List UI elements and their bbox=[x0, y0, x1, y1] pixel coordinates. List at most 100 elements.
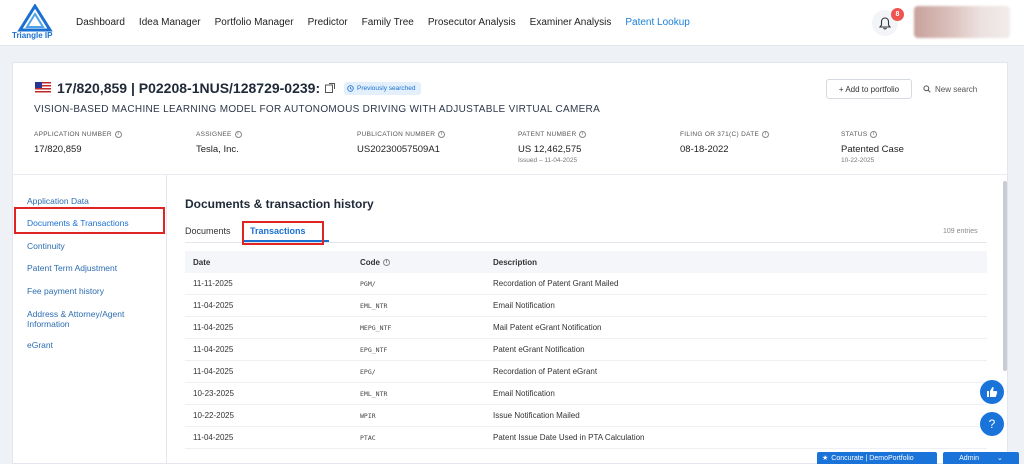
info-icon[interactable]: i bbox=[383, 258, 390, 266]
meta-value: Tesla, Inc. bbox=[196, 144, 239, 155]
top-navbar: Triangle IP Dashboard Idea Manager Portf… bbox=[0, 0, 1024, 46]
column-header-description[interactable]: Description bbox=[493, 258, 987, 267]
meta-publication-number: PUBLICATION NUMBER i US20230057509A1 bbox=[357, 131, 446, 155]
meta-value: 17/820,859 bbox=[34, 144, 82, 155]
meta-label: APPLICATION NUMBER bbox=[34, 131, 112, 138]
chevron-down-icon: ⌄ bbox=[996, 455, 1003, 462]
transactions-table: Date Code i Description 11-11-2025 PGM/ R… bbox=[185, 251, 987, 449]
table-row: 10-22-2025 WPIR Issue Notification Maile… bbox=[185, 405, 987, 427]
help-button[interactable]: ? bbox=[980, 412, 1004, 436]
row-date: 11-04-2025 bbox=[193, 323, 234, 332]
notification-count-badge: 8 bbox=[891, 8, 904, 21]
admin-label: Admin bbox=[959, 454, 979, 462]
meta-label: STATUS bbox=[841, 131, 868, 138]
row-code: MEPG_NTF bbox=[360, 323, 392, 332]
row-date: 11-04-2025 bbox=[193, 367, 234, 376]
info-icon[interactable]: i bbox=[870, 131, 878, 138]
entries-count: 109 entries bbox=[943, 228, 978, 235]
feedback-button[interactable] bbox=[980, 380, 1004, 404]
meta-status: STATUS i Patented Case 10-22-2025 bbox=[841, 131, 904, 164]
question-icon: ? bbox=[988, 417, 996, 431]
meta-assignee: ASSIGNEE i Tesla, Inc. bbox=[196, 131, 242, 155]
row-description: Recordation of Patent eGrant bbox=[493, 367, 598, 376]
row-date: 10-23-2025 bbox=[193, 389, 234, 398]
section-title: Documents & transaction history bbox=[185, 197, 374, 211]
meta-value: US20230057509A1 bbox=[357, 144, 440, 155]
meta-application-number: APPLICATION NUMBER i 17/820,859 bbox=[34, 131, 122, 155]
row-code: EML_NTR bbox=[360, 301, 388, 310]
meta-value: US 12,462,575 bbox=[518, 144, 582, 155]
table-row: 11-04-2025 EPG_NTF Patent eGrant Notific… bbox=[185, 339, 987, 361]
nav-patent-lookup[interactable]: Patent Lookup bbox=[625, 17, 690, 28]
share-icon[interactable] bbox=[324, 82, 336, 94]
sidebar-item-continuity[interactable]: Continuity bbox=[27, 241, 65, 251]
meta-value: Patented Case bbox=[841, 144, 904, 155]
meta-value: 08-18-2022 bbox=[680, 144, 729, 155]
column-header-code[interactable]: Code i bbox=[360, 258, 493, 267]
info-icon[interactable]: i bbox=[114, 131, 122, 138]
table-row: 11-04-2025 MEPG_NTF Mail Patent eGrant N… bbox=[185, 317, 987, 339]
portfolio-switcher-label: Concurate | DemoPortfolio bbox=[831, 454, 914, 462]
row-code: EPG_NTF bbox=[360, 345, 388, 354]
info-icon[interactable]: i bbox=[579, 131, 587, 138]
previously-searched-badge: Previously searched bbox=[344, 82, 421, 95]
row-description: Recordation of Patent Grant Mailed bbox=[493, 279, 619, 288]
meta-filing-date: FILING OR 371(C) DATE i 08-18-2022 bbox=[680, 131, 770, 155]
info-icon[interactable]: i bbox=[438, 131, 446, 138]
history-icon bbox=[347, 85, 354, 92]
table-row: 11-04-2025 EML_NTR Email Notification bbox=[185, 295, 987, 317]
table-row: 10-23-2025 EML_NTR Email Notification bbox=[185, 383, 987, 405]
previously-searched-label: Previously searched bbox=[357, 85, 416, 92]
row-description: Patent Issue Date Used in PTA Calculatio… bbox=[493, 433, 645, 442]
row-code: PTAC bbox=[360, 433, 376, 442]
row-date: 11-04-2025 bbox=[193, 433, 234, 442]
vertical-scrollbar[interactable] bbox=[1003, 181, 1007, 371]
nav-prosecutor-analysis[interactable]: Prosecutor Analysis bbox=[428, 17, 516, 28]
row-date: 11-11-2025 bbox=[193, 279, 233, 288]
meta-label: FILING OR 371(C) DATE bbox=[680, 131, 760, 138]
row-date: 11-04-2025 bbox=[193, 345, 234, 354]
row-code: PGM/ bbox=[360, 279, 376, 288]
admin-menu[interactable]: Admin ⌄ bbox=[943, 452, 1019, 464]
tab-documents[interactable]: Documents bbox=[185, 226, 231, 236]
row-date: 11-04-2025 bbox=[193, 301, 234, 310]
sidebar-item-fee-payment-history[interactable]: Fee payment history bbox=[27, 286, 104, 296]
column-header-code-label: Code bbox=[360, 257, 380, 267]
us-flag-icon bbox=[35, 82, 51, 93]
nav-portfolio-manager[interactable]: Portfolio Manager bbox=[215, 17, 294, 28]
sidebar-item-address-attorney[interactable]: Address & Attorney/Agent bbox=[27, 309, 124, 319]
row-description: Issue Notification Mailed bbox=[493, 411, 580, 420]
nav-dashboard[interactable]: Dashboard bbox=[76, 17, 125, 28]
portfolio-switcher[interactable]: ★ Concurate | DemoPortfolio bbox=[817, 452, 937, 464]
new-search-label: New search bbox=[935, 84, 978, 94]
user-profile-menu[interactable] bbox=[914, 6, 1010, 38]
section-sidebar: Application Data Documents & Transaction… bbox=[13, 175, 167, 464]
row-description: Email Notification bbox=[493, 389, 555, 398]
nav-predictor[interactable]: Predictor bbox=[308, 17, 348, 28]
meta-label: PATENT NUMBER bbox=[518, 131, 577, 138]
nav-family-tree[interactable]: Family Tree bbox=[362, 17, 414, 28]
column-header-date[interactable]: Date bbox=[185, 258, 360, 267]
patent-title: 17/820,859 | P02208-1NUS/128729-0239: bbox=[57, 80, 321, 96]
row-description: Email Notification bbox=[493, 301, 555, 310]
add-to-portfolio-button[interactable]: + Add to portfolio bbox=[826, 79, 912, 99]
info-icon[interactable]: i bbox=[762, 131, 770, 138]
sidebar-item-patent-term-adjustment[interactable]: Patent Term Adjustment bbox=[27, 263, 117, 273]
sidebar-item-egrant[interactable]: eGrant bbox=[27, 340, 53, 350]
meta-label: PUBLICATION NUMBER bbox=[357, 131, 436, 138]
sidebar-item-application-data[interactable]: Application Data bbox=[27, 196, 89, 206]
meta-label: ASSIGNEE bbox=[196, 131, 232, 138]
highlight-box bbox=[14, 207, 165, 234]
new-search-button[interactable]: New search bbox=[923, 79, 977, 99]
nav-examiner-analysis[interactable]: Examiner Analysis bbox=[530, 17, 612, 28]
star-icon: ★ bbox=[822, 455, 829, 462]
logo-text: Triangle IP bbox=[12, 31, 53, 40]
table-header: Date Code i Description bbox=[185, 251, 987, 273]
sidebar-item-address-attorney-line2[interactable]: Information bbox=[27, 319, 70, 329]
info-icon[interactable]: i bbox=[234, 131, 242, 138]
nav-idea-manager[interactable]: Idea Manager bbox=[139, 17, 201, 28]
table-row: 11-04-2025 EPG/ Recordation of Patent eG… bbox=[185, 361, 987, 383]
row-code: EPG/ bbox=[360, 367, 376, 376]
document-title: VISION-BASED MACHINE LEARNING MODEL FOR … bbox=[34, 104, 601, 115]
meta-subtext: 10-22-2025 bbox=[841, 157, 875, 164]
